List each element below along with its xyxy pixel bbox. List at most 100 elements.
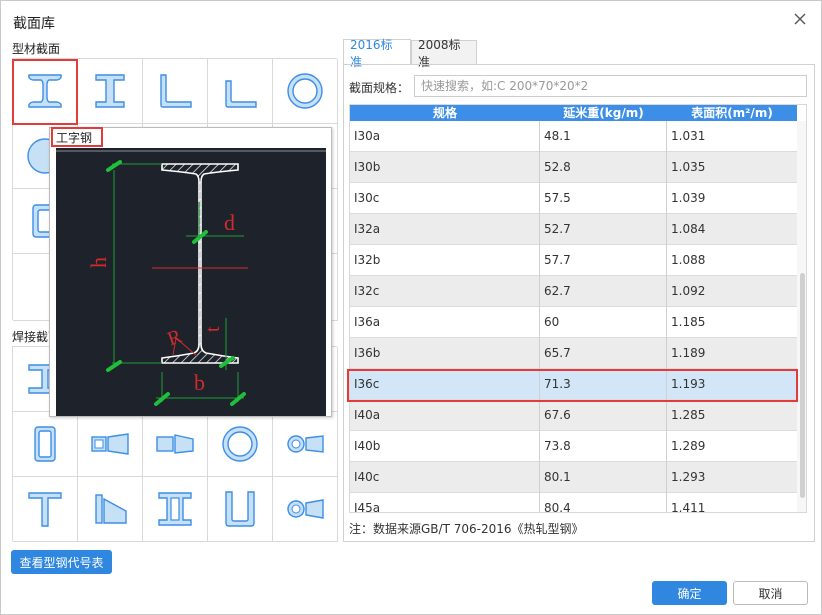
view-codes-button[interactable]: 查看型钢代号表 [11,550,112,574]
i-beam-drawing: h d t R b [56,148,326,416]
welded-double-channel[interactable] [143,477,208,542]
dim-h: h [86,257,111,268]
profile-equal-angle[interactable] [143,59,208,124]
cell-spec: I40c [350,462,540,493]
welded-u-section[interactable] [208,477,273,542]
cell-area: 1.092 [671,284,706,298]
tapered-pipe-icon [287,499,324,519]
cell-spec: I36a [350,307,540,338]
cell-weight: 57.5 [540,183,667,214]
cell-area: 1.293 [671,470,706,484]
table-row[interactable]: I36a 60 1.185 [350,307,797,338]
cell-area: 1.039 [671,191,706,205]
pipe-icon [287,73,323,109]
cell-weight: 62.7 [540,276,667,307]
dim-r: R [165,325,186,350]
cell-weight: 73.8 [540,431,667,462]
table-row[interactable]: I32a 52.7 1.084 [350,214,797,245]
welded-ring[interactable] [208,412,273,477]
cell-weight: 52.8 [540,152,667,183]
table-row[interactable]: I32c 62.7 1.092 [350,276,797,307]
channel-icon [95,74,125,108]
scrollbar-thumb[interactable] [800,273,805,498]
table-row[interactable]: I40a 67.6 1.285 [350,400,797,431]
cell-weight: 80.4 [540,493,667,512]
tooltip-label-marker [51,127,103,147]
cell-spec: I40b [350,431,540,462]
cell-area: 1.088 [671,253,706,267]
cell-spec: I30b [350,152,540,183]
tapered-ring-icon [287,435,324,453]
selected-row-marker [347,369,798,402]
table-row[interactable]: I45a 80.4 1.411 [350,493,797,513]
cell-spec: I32a [350,214,540,245]
welded-tapered-ring[interactable] [273,412,338,477]
table-row[interactable]: I40b 73.8 1.289 [350,431,797,462]
section-preview-tooltip: 工字钢 h d t R b [49,127,332,417]
welded-t-section[interactable] [13,477,78,542]
unequal-angle-icon [225,80,257,108]
dim-b: b [194,370,205,395]
welded-tapered-t[interactable] [78,477,143,542]
tapered-channel-icon [156,434,194,454]
col-header-area[interactable]: 表面积(m²/m) [667,105,797,121]
table-row[interactable]: I30a 48.1 1.031 [350,121,797,152]
dialog-title: 截面库 [13,16,55,32]
cell-weight: 48.1 [540,121,667,152]
cell-weight: 60 [540,307,667,338]
col-header-spec[interactable]: 规格 [350,105,540,121]
table-row[interactable]: I30c 57.5 1.039 [350,183,797,214]
data-source-note: 注：数据来源GB/T 706-2016《热轧型钢》 [349,522,584,536]
welded-tapered-box[interactable] [78,412,143,477]
cell-spec: I30a [350,121,540,152]
cell-area: 1.084 [671,222,706,236]
cell-area: 1.035 [671,160,706,174]
cell-spec: I45a [350,493,540,512]
cell-area: 1.289 [671,439,706,453]
cancel-button[interactable]: 取消 [733,581,808,605]
tab-2016[interactable]: 2016标准 [343,38,411,69]
cell-weight: 65.7 [540,338,667,369]
cell-spec: I32c [350,276,540,307]
welded-box[interactable] [13,412,78,477]
cell-area: 1.285 [671,408,706,422]
tab-2008[interactable]: 2008标准 [411,38,477,69]
cell-area: 1.189 [671,346,706,360]
cell-spec: I32b [350,245,540,276]
profile-pipe[interactable] [273,59,338,124]
profile-section-label: 型材截面 [12,42,61,56]
ring-icon [222,426,258,462]
i-beam-diagram-icon: h d t R b [56,150,326,406]
cell-weight: 67.6 [540,400,667,431]
cell-weight: 57.7 [540,245,667,276]
table-row[interactable]: I30b 52.8 1.035 [350,152,797,183]
table-header: 规格 延米重(kg/m) 表面积(m²/m) [350,105,797,121]
table-row[interactable]: I36b 65.7 1.189 [350,338,797,369]
cell-area: 1.411 [671,501,706,513]
welded-tapered-pipe[interactable] [273,477,338,542]
u-section-icon [225,491,255,527]
double-channel-icon [158,492,192,526]
col-header-weight[interactable]: 延米重(kg/m) [540,105,667,121]
dim-t: t [202,326,224,332]
profile-unequal-angle[interactable] [208,59,273,124]
selected-profile-marker [12,59,78,125]
search-label: 截面规格： [349,81,410,95]
t-section-icon [28,492,62,527]
welded-tapered-channel[interactable] [143,412,208,477]
cell-area: 1.031 [671,129,706,143]
cell-spec: I36b [350,338,540,369]
table-row[interactable]: I32b 57.7 1.088 [350,245,797,276]
section-library-dialog: 截面库 型材截面 焊接截面 工字钢 h d t R b 查看型钢代号表 2016… [0,0,822,615]
ok-button[interactable]: 确定 [652,581,727,605]
close-icon[interactable] [793,12,807,26]
section-table: 规格 延米重(kg/m) 表面积(m²/m) I30a 48.1 1.031 I30b… [349,104,807,513]
table-row[interactable]: I40c 80.1 1.293 [350,462,797,493]
profile-channel[interactable] [78,59,143,124]
cell-spec: I40a [350,400,540,431]
search-input[interactable] [414,75,807,97]
dim-d: d [224,210,235,235]
tapered-t-icon [95,494,127,524]
box-icon [34,426,56,462]
cell-weight: 80.1 [540,462,667,493]
